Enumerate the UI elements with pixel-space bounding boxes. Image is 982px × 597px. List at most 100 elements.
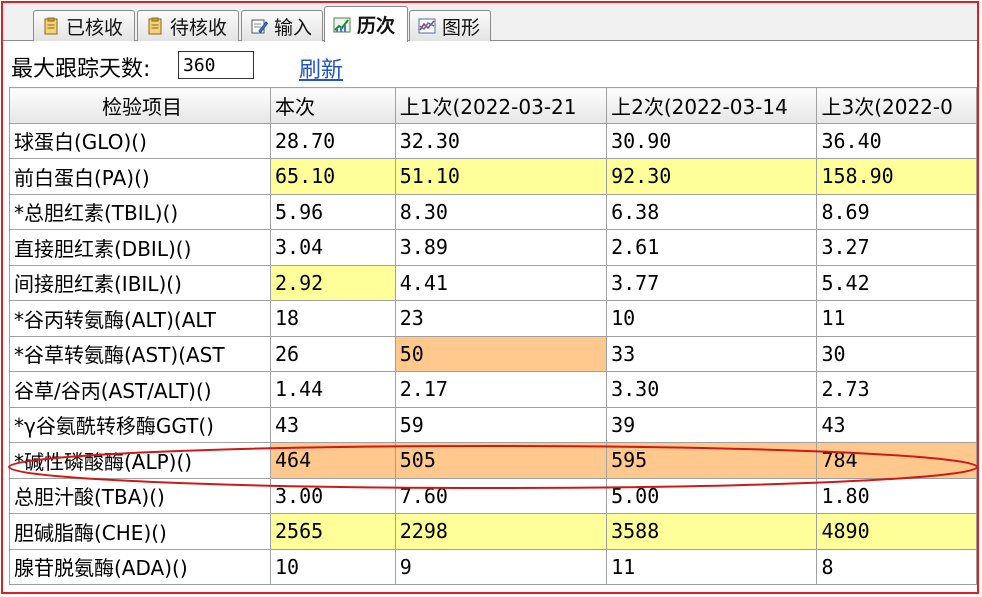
tab-history-label: 历次 xyxy=(357,15,396,37)
table-row[interactable]: 谷草/谷丙(AST/ALT)() 1.44 2.17 3.30 2.73 xyxy=(8,371,977,408)
test-item-name: 腺苷脱氨酶(ADA)() xyxy=(8,548,272,585)
result-cell: 3.30 xyxy=(606,371,818,408)
tab-input[interactable]: 输入 xyxy=(241,10,323,41)
result-cell: 9 xyxy=(394,548,608,585)
test-item-name: *谷丙转氨酶(ALT)(ALT xyxy=(8,300,272,337)
tab-pending[interactable]: 待核收 xyxy=(137,10,239,41)
result-cell: 5.96 xyxy=(270,193,396,230)
test-item-name: 间接胆红素(IBIL)() xyxy=(8,264,272,301)
result-cell: 2.17 xyxy=(394,371,608,408)
result-cell: 36.40 xyxy=(816,122,977,159)
results-panel: 已核收 待核收 输入 历次 图形 最大跟踪天数: 360 刷新 检验项目 本次 … xyxy=(1,1,979,594)
table-header-row: 检验项目 本次 上1次(2022-03-21 上2次(2022-03-14 上3次(20… xyxy=(8,87,977,124)
result-cell: 2298 xyxy=(394,513,608,550)
table-row[interactable]: 胆碱脂酶(CHE)() 2565 2298 3588 4890 xyxy=(8,513,977,550)
test-item-name: 总胆汁酸(TBA)() xyxy=(8,477,272,514)
result-cell: 11 xyxy=(606,548,818,585)
result-cell: 10 xyxy=(606,300,818,337)
result-cell: 3.04 xyxy=(270,229,396,266)
table-row[interactable]: *总胆红素(TBIL)() 5.96 8.30 6.38 8.69 xyxy=(8,193,977,230)
table-row[interactable]: 直接胆红素(DBIL)() 3.04 3.89 2.61 3.27 xyxy=(8,229,977,266)
table-row[interactable]: *γ谷氨酰转移酶GGT() 43 59 39 43 xyxy=(8,406,977,443)
tab-graph-label: 图形 xyxy=(442,16,481,39)
test-item-name: 胆碱脂酶(CHE)() xyxy=(8,513,272,550)
result-cell: 30 xyxy=(816,335,977,372)
result-cell: 7.60 xyxy=(394,477,608,514)
result-cell: 3.89 xyxy=(394,229,608,266)
result-cell: 2.61 xyxy=(606,229,818,266)
test-item-name: 谷草/谷丙(AST/ALT)() xyxy=(8,371,272,408)
table-row[interactable]: 前白蛋白(PA)() 65.10 51.10 92.30 158.90 xyxy=(8,158,977,195)
result-cell: 3588 xyxy=(606,513,818,550)
result-cell: 505 xyxy=(394,442,608,479)
max-days-label: 最大跟踪天数: xyxy=(11,57,151,82)
test-item-name: 前白蛋白(PA)() xyxy=(8,158,272,195)
test-item-name: *谷草转氨酶(AST)(AST xyxy=(8,335,272,372)
result-cell: 65.10 xyxy=(270,158,396,195)
edit-icon xyxy=(250,17,268,35)
table-row[interactable]: 腺苷脱氨酶(ADA)() 10 9 11 8 xyxy=(8,548,977,585)
tab-verified[interactable]: 已核收 xyxy=(33,10,135,41)
result-cell: 3.00 xyxy=(270,477,396,514)
result-cell: 5.00 xyxy=(606,477,818,514)
tab-pending-label: 待核收 xyxy=(170,16,228,39)
table-row[interactable]: 总胆汁酸(TBA)() 3.00 7.60 5.00 1.80 xyxy=(8,477,977,514)
result-cell: 59 xyxy=(394,406,608,443)
result-cell: 33 xyxy=(606,335,818,372)
table-body: 球蛋白(GLO)() 28.70 32.30 30.90 36.40 前白蛋白(PA)()… xyxy=(8,122,977,585)
result-cell: 43 xyxy=(816,406,977,443)
result-cell: 2.73 xyxy=(816,371,977,408)
tab-graph[interactable]: 图形 xyxy=(409,10,491,41)
result-cell: 28.70 xyxy=(270,122,396,159)
tab-input-label: 输入 xyxy=(274,16,313,39)
table-row[interactable]: *碱性磷酸酶(ALP)() 464 505 595 784 xyxy=(8,442,977,479)
column-header-2[interactable]: 上1次(2022-03-21 xyxy=(394,87,608,124)
result-cell: 39 xyxy=(606,406,818,443)
result-cell: 50 xyxy=(394,335,608,372)
column-header-1[interactable]: 本次 xyxy=(270,87,396,124)
tab-verified-label: 已核收 xyxy=(66,16,124,39)
result-cell: 8.69 xyxy=(816,193,977,230)
clipboard-icon xyxy=(146,17,164,35)
clipboard-icon xyxy=(42,17,60,35)
column-header-4[interactable]: 上3次(2022-0 xyxy=(816,87,977,124)
result-cell: 3.27 xyxy=(816,229,977,266)
column-header-3[interactable]: 上2次(2022-03-14 xyxy=(606,87,818,124)
max-days-input[interactable] xyxy=(178,51,254,79)
result-cell: 32.30 xyxy=(394,122,608,159)
result-cell: 8.30 xyxy=(394,193,608,230)
result-cell: 43 xyxy=(270,406,396,443)
result-cell: 1.44 xyxy=(270,371,396,408)
test-item-name: *碱性磷酸酶(ALP)() xyxy=(8,442,272,479)
refresh-link[interactable]: 刷新 xyxy=(299,52,343,84)
result-cell: 11 xyxy=(816,300,977,337)
trend-chart-icon xyxy=(333,16,351,34)
result-cell: 4890 xyxy=(816,513,977,550)
result-cell: 51.10 xyxy=(394,158,608,195)
result-cell: 30.90 xyxy=(606,122,818,159)
result-cell: 18 xyxy=(270,300,396,337)
result-cell: 464 xyxy=(270,442,396,479)
table-row[interactable]: *谷丙转氨酶(ALT)(ALT 18 23 10 11 xyxy=(8,300,977,337)
result-cell: 23 xyxy=(394,300,608,337)
column-header-item[interactable]: 检验项目 xyxy=(8,87,272,124)
result-cell: 2.92 xyxy=(270,264,396,301)
toolbar: 最大跟踪天数: 刷新 xyxy=(3,41,977,85)
result-cell: 1.80 xyxy=(816,477,977,514)
line-graph-icon xyxy=(418,17,436,35)
result-cell: 2565 xyxy=(270,513,396,550)
result-cell: 8 xyxy=(816,548,977,585)
result-cell: 784 xyxy=(816,442,977,479)
result-cell: 595 xyxy=(606,442,818,479)
table-row[interactable]: 球蛋白(GLO)() 28.70 32.30 30.90 36.40 xyxy=(8,122,977,159)
test-item-name: 球蛋白(GLO)() xyxy=(8,122,272,159)
result-cell: 26 xyxy=(270,335,396,372)
table-row[interactable]: 间接胆红素(IBIL)() 2.92 4.41 3.77 5.42 xyxy=(8,264,977,301)
tab-history[interactable]: 历次 xyxy=(324,6,408,42)
result-cell: 158.90 xyxy=(816,158,977,195)
table-row[interactable]: *谷草转氨酶(AST)(AST 26 50 33 30 xyxy=(8,335,977,372)
result-cell: 4.41 xyxy=(394,264,608,301)
result-cell: 6.38 xyxy=(606,193,818,230)
tab-strip: 已核收 待核收 输入 历次 图形 xyxy=(3,3,977,42)
result-cell: 10 xyxy=(270,548,396,585)
